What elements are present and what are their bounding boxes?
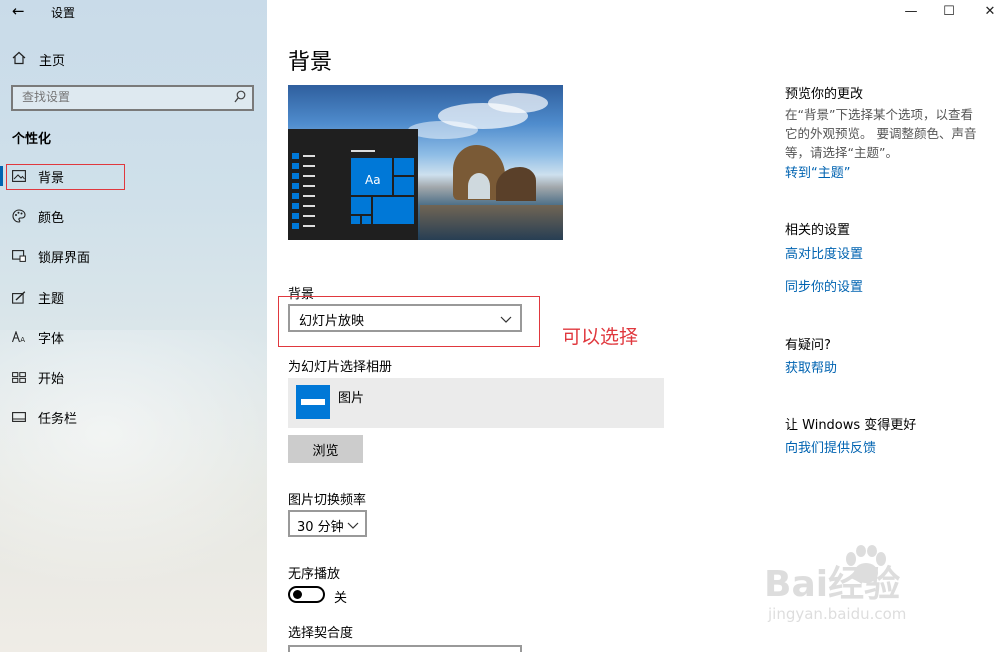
shuffle-label: 无序播放	[288, 567, 341, 582]
highlight-box	[6, 164, 125, 190]
shuffle-state: 关	[334, 591, 348, 606]
maximize-button[interactable]: ☐	[941, 4, 957, 19]
improve-heading: 让 Windows 变得更好	[785, 418, 917, 433]
sidebar-item-label: 字体	[38, 331, 65, 347]
shuffle-toggle[interactable]	[288, 586, 325, 603]
fit-dropdown[interactable]	[288, 645, 522, 652]
sync-settings-link[interactable]: 同步你的设置	[785, 276, 863, 295]
watermark-url: jingyan.baidu.com	[768, 605, 907, 623]
album-name: 图片	[338, 391, 365, 406]
themes-link[interactable]: 转到“主题”	[785, 162, 850, 181]
app-title: 设置	[51, 6, 76, 20]
toggle-knob	[293, 590, 302, 599]
back-arrow-icon[interactable]: ←	[12, 3, 28, 19]
interval-dropdown[interactable]: 30 分钟	[288, 510, 367, 537]
lock-screen-icon	[12, 249, 26, 263]
question-heading: 有疑问?	[785, 338, 831, 353]
preview-tile-text: Aa	[365, 173, 381, 187]
minimize-button[interactable]: —	[903, 4, 919, 19]
sidebar-item-label: 主页	[39, 54, 66, 69]
sidebar-item-home[interactable]: 主页	[12, 50, 65, 69]
home-icon	[12, 51, 28, 69]
album-picture-icon	[296, 385, 330, 419]
sidebar-item-label: 开始	[38, 371, 65, 387]
sidebar-item-label: 主题	[38, 291, 65, 307]
sidebar-item-label: 任务栏	[38, 411, 78, 427]
sidebar-item-start[interactable]: 开始	[0, 363, 267, 391]
svg-text:A: A	[20, 336, 25, 343]
section-title: 个性化	[12, 132, 52, 147]
album-label: 为幻灯片选择相册	[288, 360, 393, 375]
related-heading: 相关的设置	[785, 223, 851, 238]
search-icon[interactable]	[234, 90, 246, 104]
search-box[interactable]	[11, 85, 254, 111]
search-input[interactable]	[22, 90, 222, 104]
feedback-link[interactable]: 向我们提供反馈	[785, 437, 876, 456]
sidebar-item-label: 颜色	[38, 210, 65, 226]
sidebar-item-fonts[interactable]: A 字体	[0, 323, 267, 351]
preview-desktop: Aa	[288, 129, 418, 240]
sidebar: ← 设置 主页 个性化 背景 颜色 锁屏界面 主题	[0, 0, 267, 652]
sidebar-item-label: 锁屏界面	[38, 250, 91, 266]
get-help-link[interactable]: 获取帮助	[785, 357, 837, 376]
fit-label: 选择契合度	[288, 626, 354, 641]
interval-dropdown-value: 30 分钟	[297, 520, 344, 535]
preview-heading: 预览你的更改	[785, 87, 864, 102]
interval-label: 图片切换频率	[288, 493, 367, 508]
taskbar-icon	[12, 410, 26, 424]
start-grid-icon	[12, 370, 26, 384]
theme-brush-icon	[12, 290, 26, 304]
sidebar-item-colors[interactable]: 颜色	[0, 202, 267, 230]
watermark-brand: Bai经验	[764, 564, 901, 605]
highlight-box	[278, 296, 540, 347]
watermark: Bai经验 jingyan.baidu.com	[762, 545, 962, 635]
chevron-down-icon	[347, 519, 359, 529]
close-button[interactable]: ✕	[982, 4, 998, 19]
high-contrast-link[interactable]: 高对比度设置	[785, 243, 863, 262]
sidebar-item-themes[interactable]: 主题	[0, 283, 267, 311]
annotation-text: 可以选择	[562, 326, 639, 348]
page-title: 背景	[288, 50, 333, 75]
background-preview: Aa	[288, 85, 563, 240]
browse-button[interactable]: 浏览	[288, 435, 363, 463]
font-icon: A	[12, 330, 26, 344]
sidebar-item-lock-screen[interactable]: 锁屏界面	[0, 242, 267, 270]
sidebar-item-taskbar[interactable]: 任务栏	[0, 403, 267, 431]
album-tile[interactable]: 图片	[288, 378, 664, 428]
palette-icon	[12, 209, 26, 223]
preview-description: 在“背景”下选择某个选项，以查看它的外观预览。 要调整颜色、声音等，请选择“主题…	[785, 107, 977, 160]
